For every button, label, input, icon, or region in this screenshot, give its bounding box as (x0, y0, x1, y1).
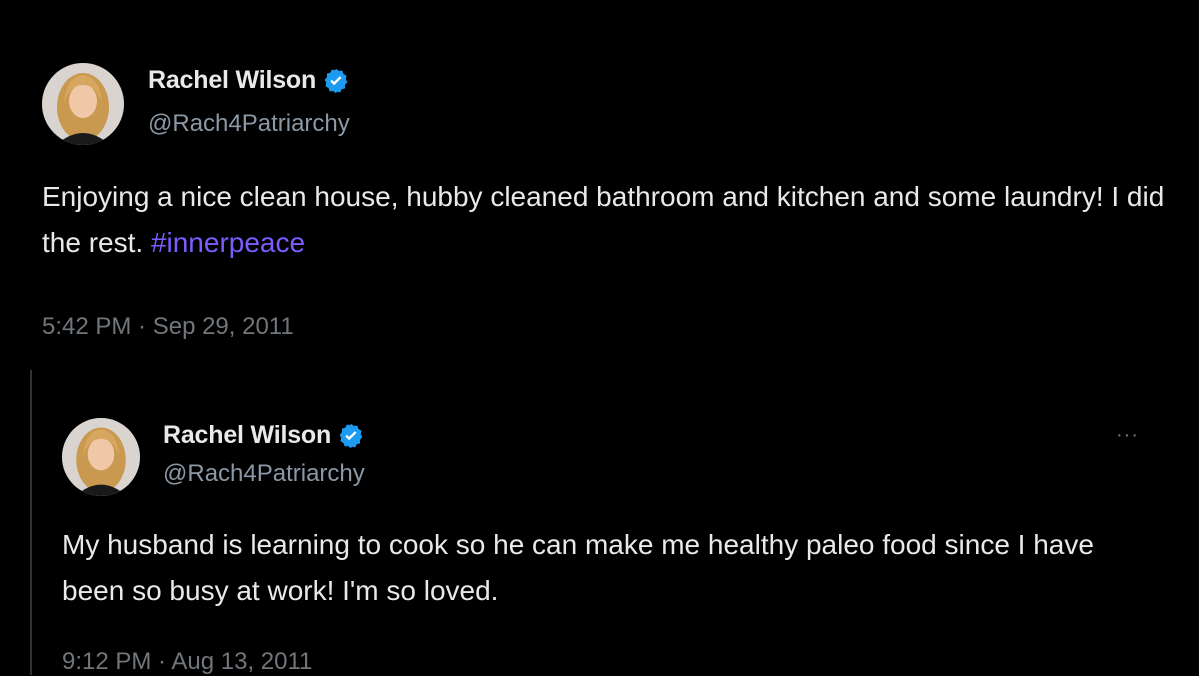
quoted-author-row: Rachel Wilson (163, 421, 365, 450)
quoted-author-name[interactable]: Rachel Wilson (163, 421, 331, 450)
quoted-tweet-timestamp[interactable]: 9:12 PM · Aug 13, 2011 (62, 648, 312, 676)
quoted-avatar[interactable] (62, 418, 140, 496)
avatar-photo-icon (62, 418, 140, 496)
tweet-text: Enjoying a nice clean house, hubby clean… (42, 174, 1172, 266)
avatar[interactable] (42, 63, 124, 145)
avatar-photo-icon (42, 63, 124, 145)
tweet-screenshot: Rachel Wilson @Rach4Patriarchy Enjoying … (0, 0, 1199, 675)
author-handle[interactable]: @Rach4Patriarchy (148, 110, 350, 138)
author-row: Rachel Wilson (148, 66, 350, 95)
thread-connector (30, 370, 32, 675)
more-options-icon[interactable]: ··· (1116, 424, 1139, 447)
verified-badge-icon (337, 422, 365, 450)
verified-badge-icon (322, 67, 350, 95)
hashtag-link[interactable]: #innerpeace (151, 227, 305, 258)
author-name[interactable]: Rachel Wilson (148, 66, 316, 95)
quoted-author-handle[interactable]: @Rach4Patriarchy (163, 460, 365, 488)
quoted-tweet-text: My husband is learning to cook so he can… (62, 529, 1094, 606)
tweet-timestamp[interactable]: 5:42 PM · Sep 29, 2011 (42, 313, 294, 341)
